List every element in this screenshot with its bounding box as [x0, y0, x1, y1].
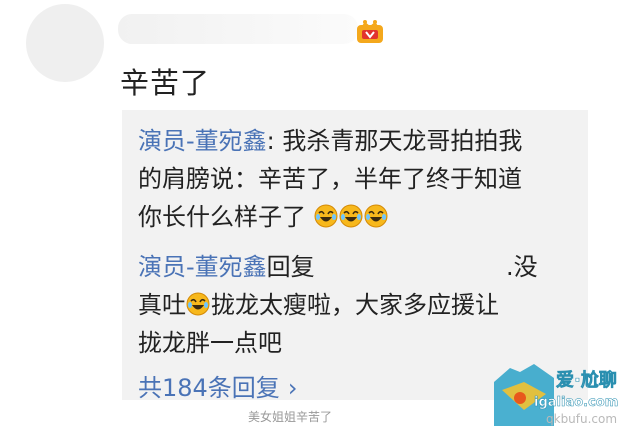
reply-author[interactable]: 演员-董宛鑫 [138, 127, 267, 155]
reply-action: 回复 [266, 253, 315, 281]
reply-text-line: 我杀青那天龙哥拍拍我 [282, 127, 523, 155]
view-more-replies-link[interactable]: 共184条回复 › [138, 368, 297, 403]
reply-separator: : [266, 127, 283, 155]
reply-text-line: 的肩膀说：辛苦了，半年了终于知道 [138, 165, 522, 193]
reply-text-fragment: .没 [506, 253, 538, 281]
reply-item: 演员-董宛鑫回复 .没 真吐 拢龙太瘦啦，大家多应援让 拢龙胖一点吧 [138, 248, 572, 362]
reply-text-fragment: 拢龙太瘦啦，大家多应援让 [211, 291, 499, 319]
reply-text-line: 拢龙胖一点吧 [138, 329, 282, 357]
watermark-sub: qkbufu.com [546, 412, 617, 426]
reply-text-line: 你长什么样子了 [138, 203, 306, 231]
watermark-brand: 爱·尬聊 [556, 369, 617, 391]
laugh-cry-emoji-icon [186, 292, 210, 316]
comment-text: 辛苦了 [120, 66, 211, 100]
reply-author[interactable]: 演员-董宛鑫 [138, 253, 267, 281]
view-more-label: 共184条回复 [138, 374, 280, 402]
laugh-cry-emoji-icon [314, 204, 338, 228]
site-watermark: 爱·尬聊 igaliao.com qkbufu.com [494, 364, 619, 426]
vip-crown-icon [357, 20, 383, 43]
reply-box[interactable]: 演员-董宛鑫: 我杀青那天龙哥拍拍我 的肩膀说：辛苦了，半年了终于知道 你长什么… [122, 110, 588, 403]
laugh-cry-emoji-icon [339, 204, 363, 228]
avatar[interactable] [26, 4, 104, 82]
chevron-right-icon: › [287, 374, 298, 402]
reply-text-fragment: 真吐 [138, 291, 186, 319]
laugh-cry-emoji-icon [364, 204, 388, 228]
reply-item: 演员-董宛鑫: 我杀青那天龙哥拍拍我 的肩膀说：辛苦了，半年了终于知道 你长什么… [138, 122, 572, 236]
watermark-url: igaliao.com [534, 395, 618, 410]
username-redacted [118, 14, 358, 44]
